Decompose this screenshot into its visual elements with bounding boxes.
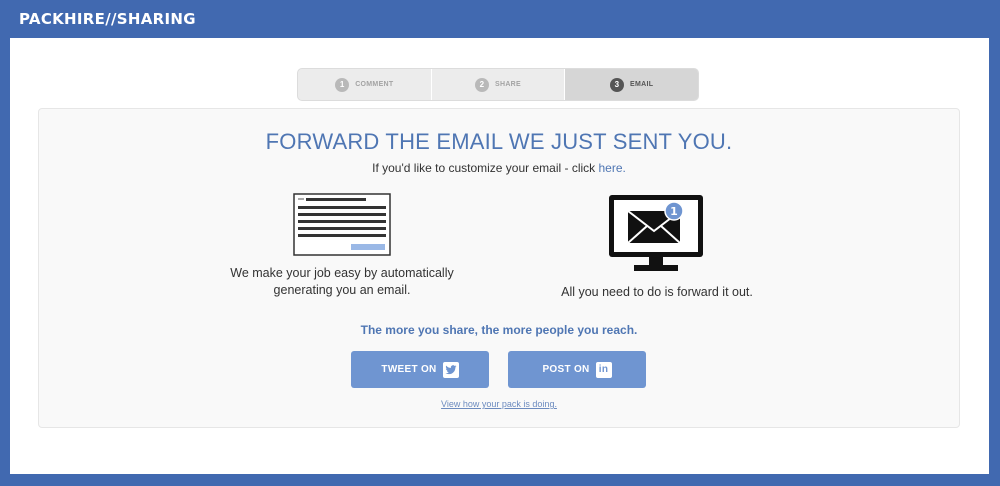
step-number: 1: [335, 77, 350, 92]
auto-generate-caption: We make your job easy by automatically g…: [199, 265, 485, 299]
linkedin-post-button[interactable]: POST ON in: [508, 351, 646, 388]
view-pack-link[interactable]: View how your pack is doing.: [39, 399, 959, 409]
step-share[interactable]: 2 SHARE: [432, 69, 566, 100]
tweet-button[interactable]: TWEET ON: [351, 351, 489, 388]
customize-text: If you'd like to customize your email - …: [39, 161, 959, 175]
linkedin-icon: in: [595, 361, 612, 378]
step-number: 2: [475, 77, 489, 92]
top-bar: PACKHIRE//SHARING: [0, 0, 1000, 38]
step-label: COMMENT: [355, 81, 394, 88]
page-title: FORWARD THE EMAIL WE JUST SENT YOU.: [265, 129, 733, 154]
share-tagline: The more you share, the more people you …: [360, 323, 638, 337]
email-document-icon: [293, 193, 391, 256]
progress-steps: 1 COMMENT 2 SHARE 3 EMAIL: [297, 68, 699, 101]
twitter-icon: [442, 361, 459, 378]
tweet-label: TWEET ON: [381, 364, 437, 375]
caption-line: We make your job easy by automatically: [230, 266, 454, 280]
step-email[interactable]: 3 EMAIL: [565, 69, 698, 100]
post-label: POST ON: [542, 364, 590, 375]
caption-line: generating you an email.: [273, 283, 411, 297]
customize-prefix: If you'd like to customize your email - …: [372, 161, 599, 175]
step-label: EMAIL: [630, 81, 654, 88]
notification-badge: 1: [670, 205, 678, 218]
brand-title: PACKHIRE//SHARING: [19, 10, 196, 28]
customize-link[interactable]: here.: [599, 161, 626, 175]
step-number: 3: [610, 77, 625, 92]
forward-caption: All you need to do is forward it out.: [561, 285, 753, 299]
email-card: FORWARD THE EMAIL WE JUST SENT YOU. If y…: [38, 108, 960, 428]
monitor-icon: 1: [609, 195, 703, 271]
step-label: SHARE: [495, 81, 522, 88]
content-frame: 1 COMMENT 2 SHARE 3 EMAIL FORWARD THE EM…: [10, 38, 989, 474]
step-comment[interactable]: 1 COMMENT: [298, 69, 432, 100]
